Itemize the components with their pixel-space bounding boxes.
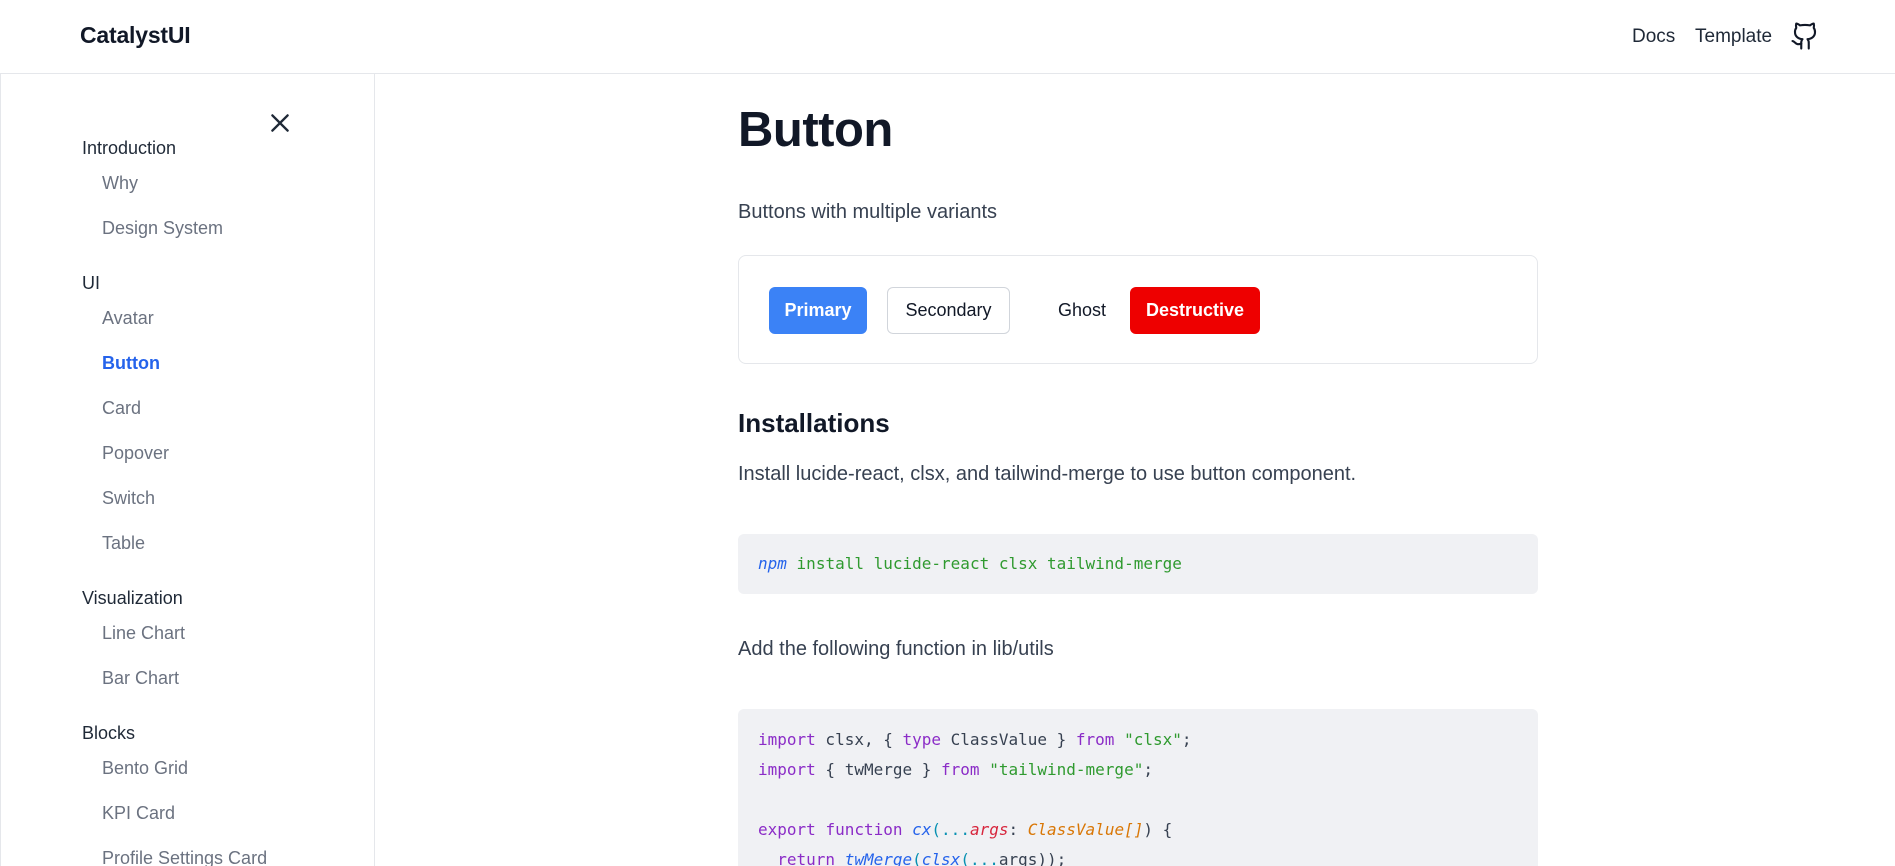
sidebar-item-bento-grid[interactable]: Bento Grid: [102, 758, 188, 779]
code-token: :: [1008, 820, 1028, 839]
sidebar-group-ui: UI: [82, 273, 100, 293]
sidebar-item-card[interactable]: Card: [102, 398, 141, 419]
code-token: ;: [1143, 760, 1153, 779]
code-token: ClassValue[]: [1027, 820, 1144, 839]
utils-code-block[interactable]: import clsx, { type ClassValue } from "c…: [738, 709, 1538, 866]
install-command-block[interactable]: npm install lucide-react clsx tailwind-m…: [738, 534, 1538, 594]
sidebar-item-avatar[interactable]: Avatar: [102, 308, 154, 329]
sidebar-item-why[interactable]: Why: [102, 173, 138, 194]
code-token: ...: [969, 850, 999, 866]
code-token: export: [758, 820, 816, 839]
primary-button[interactable]: Primary: [769, 287, 867, 334]
code-token: install lucide-react clsx tailwind-merge: [796, 554, 1182, 573]
code-token: clsx, {: [815, 730, 903, 749]
sidebar-group-introduction: Introduction: [82, 138, 177, 158]
sidebar-item-button[interactable]: Button: [102, 353, 160, 374]
code-token: { twMerge }: [815, 760, 942, 779]
sidebar-item-profile-settings-card[interactable]: Profile Settings Card: [102, 848, 267, 866]
code-token: "clsx": [1124, 730, 1182, 749]
code-token: from: [941, 760, 980, 779]
code-token: function: [825, 820, 903, 839]
sidebar-group-visualization: Visualization: [82, 588, 183, 608]
nav-link-docs[interactable]: Docs: [1632, 26, 1675, 48]
page-subtitle: Buttons with multiple variants: [738, 201, 998, 223]
code-token: twMerge: [844, 850, 913, 866]
sidebar-item-bar-chart[interactable]: Bar Chart: [102, 668, 179, 689]
code-token: args: [969, 820, 1009, 839]
code-token: npm: [758, 554, 787, 573]
brand-logo[interactable]: CatalystUI: [80, 22, 191, 49]
code-token: ...: [941, 820, 970, 839]
sidebar-item-line-chart[interactable]: Line Chart: [102, 623, 185, 644]
code-token: args));: [998, 850, 1067, 866]
code-token: (: [931, 820, 942, 839]
button-preview-box: Primary Secondary Ghost Destructive: [738, 255, 1538, 364]
destructive-button[interactable]: Destructive: [1130, 287, 1260, 334]
code-token: type: [902, 730, 942, 749]
nav-link-template[interactable]: Template: [1695, 26, 1772, 48]
sidebar-group-blocks: Blocks: [82, 723, 136, 743]
code-token: ;: [1181, 730, 1192, 749]
sidebar-item-table[interactable]: Table: [102, 533, 145, 554]
code-token: ClassValue }: [941, 730, 1076, 749]
code-token: (: [960, 850, 970, 866]
secondary-button[interactable]: Secondary: [887, 287, 1010, 334]
code-token: (: [912, 850, 922, 866]
sidebar-item-kpi-card[interactable]: KPI Card: [102, 803, 175, 824]
github-icon[interactable]: [1790, 21, 1820, 51]
sidebar-item-design-system[interactable]: Design System: [102, 218, 223, 239]
code-token: from: [1075, 730, 1115, 749]
code-token: ) {: [1143, 820, 1173, 839]
sidebar-item-popover[interactable]: Popover: [102, 443, 169, 464]
code-token: cx: [912, 820, 932, 839]
top-navbar: CatalystUI Docs Template: [0, 0, 1895, 74]
code-token: "tailwind-merge": [989, 760, 1144, 779]
sidebar-nav: Introduction Why Design System UI Avatar…: [0, 74, 375, 866]
page-title: Button: [738, 103, 893, 157]
sidebar-item-switch[interactable]: Switch: [102, 488, 155, 509]
code-token: clsx: [921, 850, 961, 866]
close-icon[interactable]: [267, 110, 293, 136]
installations-heading: Installations: [738, 408, 890, 438]
utils-instructions: Add the following function in lib/utils: [738, 638, 1054, 660]
code-token: import: [758, 760, 816, 779]
code-token: return: [777, 850, 836, 866]
code-token: import: [758, 730, 816, 749]
install-instructions: Install lucide-react, clsx, and tailwind…: [738, 463, 1357, 485]
ghost-button[interactable]: Ghost: [1029, 287, 1135, 334]
